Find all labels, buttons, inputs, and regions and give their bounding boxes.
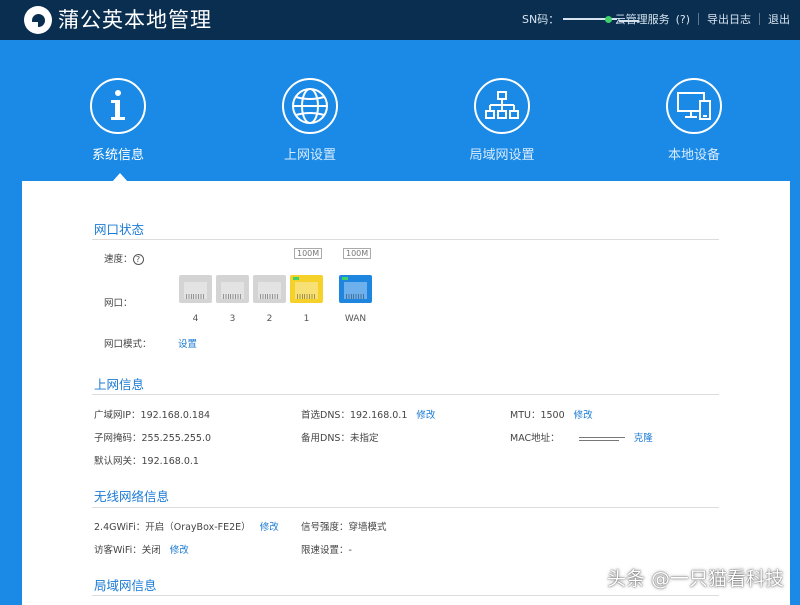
port-number: 3 (229, 314, 236, 324)
gateway-value: 192.168.0.1 (141, 456, 199, 467)
nav-label: 本地设备 (667, 148, 720, 163)
port-mode-label: 网口模式： (104, 339, 152, 350)
mtu-label: MTU： (510, 410, 541, 421)
port-number: WAN (344, 314, 367, 324)
dns2-row: 备用DNS：未指定 (301, 430, 378, 444)
main-panel: 网口状态 速度：? 100M 100M 网口： 4 3 2 1 WAN 网口模式… (22, 181, 790, 605)
ethernet-port-2-icon (253, 275, 286, 303)
export-log-link[interactable]: 导出日志 (707, 11, 751, 27)
port-number: 4 (192, 314, 199, 324)
cloud-help-icon[interactable]: (?) (676, 13, 690, 26)
wan-speed-badge: 100M (343, 248, 372, 259)
subnet-value: 255.255.255.0 (141, 433, 212, 444)
wan-ip-label: 广域网IP： (94, 410, 141, 421)
dns2-value: 未指定 (349, 433, 379, 444)
nav-lan-settings[interactable]: 局域网设置 (442, 78, 562, 163)
devices-icon (666, 78, 722, 134)
mac-row: MAC地址： 克隆 (510, 430, 653, 444)
mac-value-redacted (578, 436, 627, 441)
wan-ip-row: 广域网IP：192.168.0.184 (94, 407, 210, 421)
port-1-speed-badge: 100M (294, 248, 323, 259)
signal-row: 信号强度：穿墙模式 (301, 519, 387, 533)
speed-label-text: 速度： (104, 254, 133, 265)
port-mode-settings-link[interactable]: 设置 (178, 336, 197, 350)
dns1-label: 首选DNS： (301, 410, 350, 421)
subnet-label: 子网掩码： (94, 433, 142, 444)
logout-link[interactable]: 退出 (768, 11, 790, 27)
port-number: 1 (303, 314, 310, 324)
section-title-wireless-info: 无线网络信息 (94, 489, 170, 504)
sn-label: SN码： (522, 13, 560, 26)
signal-label: 信号强度： (301, 522, 349, 533)
nav-system-info[interactable]: 系统信息 (58, 78, 178, 163)
wan-ip-value: 192.168.0.184 (140, 410, 211, 421)
section-divider (92, 595, 719, 596)
port-number: 2 (266, 314, 273, 324)
top-bar: 蒲公英本地管理 SN码： 云管理服务 (?) 导出日志 退出 (0, 0, 800, 40)
section-divider (92, 507, 719, 508)
rate-limit-value: - (348, 545, 352, 556)
speed-label: 速度：? (104, 251, 144, 265)
cloud-status-icon (604, 15, 612, 23)
guest-wifi-edit-link[interactable]: 修改 (170, 545, 189, 556)
ports-label: 网口： (104, 298, 133, 309)
subnet-row: 子网掩码：255.255.255.0 (94, 430, 211, 444)
guest-wifi-row: 访客WiFi：关闭 修改 (94, 542, 189, 556)
mtu-value: 1500 (540, 410, 565, 421)
wifi24-label: 2.4GWiFi： (94, 522, 146, 533)
section-title-port-status: 网口状态 (94, 222, 145, 237)
dns1-value: 192.168.0.1 (349, 410, 408, 421)
ethernet-port-1-icon (290, 275, 323, 303)
wifi24-value: 开启（OrayBox-FE2E） (145, 522, 251, 533)
nav-internet-settings[interactable]: 上网设置 (250, 78, 370, 163)
signal-value: 穿墙模式 (348, 522, 387, 533)
dns1-row: 首选DNS：192.168.0.1 修改 (301, 407, 435, 421)
rate-limit-row: 限速设置：- (301, 542, 352, 556)
app-title: 蒲公英本地管理 (58, 8, 212, 32)
nav-label: 上网设置 (283, 148, 336, 163)
ethernet-port-wan-icon (339, 275, 372, 303)
nav-label: 局域网设置 (469, 148, 535, 163)
mac-clone-link[interactable]: 克隆 (634, 433, 653, 444)
globe-icon (282, 78, 338, 134)
section-title-internet-info: 上网信息 (94, 377, 145, 392)
nav-label: 系统信息 (91, 148, 144, 163)
ethernet-port-3-icon (216, 275, 249, 303)
nav-local-devices[interactable]: 本地设备 (634, 78, 754, 163)
divider (698, 13, 699, 25)
guest-wifi-value: 关闭 (141, 545, 161, 556)
watermark-text: 头条 @一只猫看科技 (606, 568, 784, 590)
mtu-row: MTU：1500 修改 (510, 407, 593, 421)
mtu-edit-link[interactable]: 修改 (574, 410, 593, 421)
info-icon (90, 78, 146, 134)
rate-limit-label: 限速设置： (301, 545, 349, 556)
wifi24-edit-link[interactable]: 修改 (260, 522, 279, 533)
gateway-row: 默认网关：192.168.0.1 (94, 453, 199, 467)
wifi24-row: 2.4GWiFi：开启（OrayBox-FE2E） 修改 (94, 519, 279, 533)
network-tree-icon (474, 78, 530, 134)
help-icon[interactable]: ? (132, 254, 144, 265)
section-title-lan-info: 局域网信息 (94, 578, 157, 593)
guest-wifi-label: 访客WiFi： (94, 545, 142, 556)
cloud-service-link[interactable]: 云管理服务 (615, 11, 670, 27)
top-links: 云管理服务 (?) 导出日志 退出 (604, 11, 790, 27)
dns1-edit-link[interactable]: 修改 (416, 410, 435, 421)
section-divider (92, 394, 719, 395)
dandelion-logo-icon (24, 6, 52, 34)
section-divider (92, 239, 719, 240)
divider (759, 13, 760, 25)
mac-label: MAC地址： (510, 433, 560, 444)
gateway-label: 默认网关： (94, 456, 142, 467)
dns2-label: 备用DNS： (301, 433, 350, 444)
ethernet-port-4-icon (179, 275, 212, 303)
